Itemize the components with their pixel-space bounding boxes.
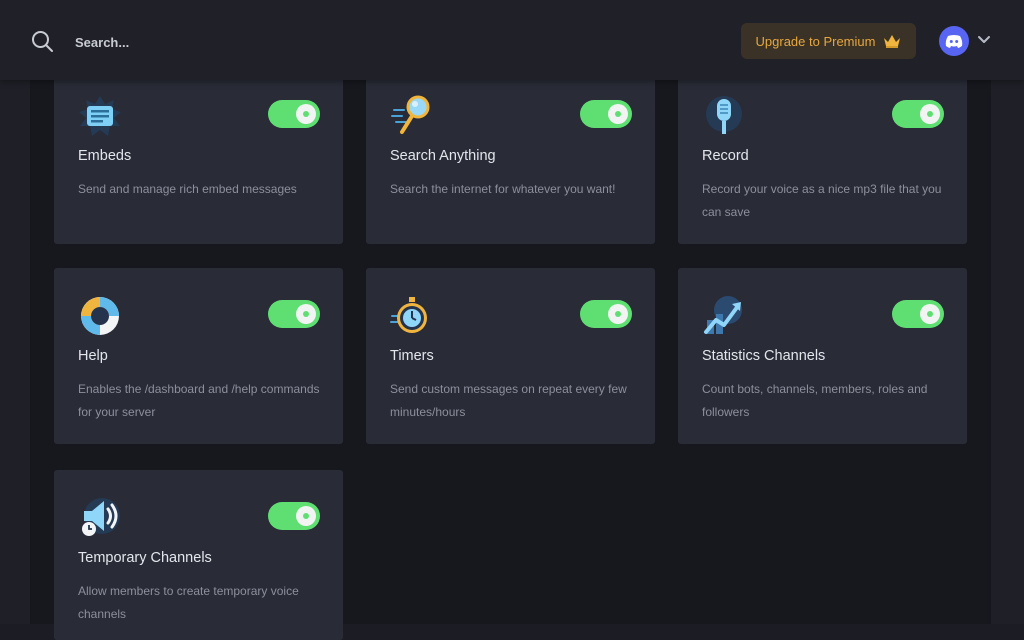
module-card-record: Record Record your voice as a nice mp3 f…: [678, 68, 967, 244]
card-title: Statistics Channels: [702, 348, 826, 364]
toggle-knob: [296, 506, 316, 526]
toggle-knob: [608, 104, 628, 124]
upgrade-to-premium-button[interactable]: Upgrade to Premium: [741, 23, 916, 59]
temporary-channels-toggle[interactable]: [268, 502, 320, 530]
card-description: Send and manage rich embed messages: [78, 182, 297, 196]
search-input[interactable]: [73, 30, 377, 54]
module-card-help: Help Enables the /dashboard and /help co…: [54, 268, 343, 444]
search-icon[interactable]: [31, 30, 53, 52]
statistics-channels-toggle[interactable]: [892, 300, 944, 328]
lifebuoy-icon: [81, 297, 119, 335]
record-toggle[interactable]: [892, 100, 944, 128]
module-card-statistics-channels: Statistics Channels Count bots, channels…: [678, 268, 967, 444]
microphone-icon: [706, 96, 742, 134]
toggle-knob: [296, 104, 316, 124]
right-gutter: [991, 0, 1024, 624]
discord-icon: [945, 35, 963, 48]
card-title: Record: [702, 148, 749, 164]
toggle-knob: [920, 104, 940, 124]
module-card-timers: Timers Send custom messages on repeat ev…: [366, 268, 655, 444]
embeds-toggle[interactable]: [268, 100, 320, 128]
toggle-knob: [296, 304, 316, 324]
toggle-knob: [608, 304, 628, 324]
module-card-temporary-channels: Temporary Channels Allow members to crea…: [54, 470, 343, 640]
chevron-down-icon[interactable]: [977, 35, 991, 45]
card-title: Embeds: [78, 148, 132, 164]
search-anything-toggle[interactable]: [580, 100, 632, 128]
card-title: Help: [78, 348, 108, 364]
magnifier-icon: [391, 95, 430, 134]
left-gutter: [0, 0, 30, 624]
card-description: Enables the /dashboard and /help command…: [78, 382, 320, 419]
stopwatch-icon: [390, 297, 427, 333]
module-card-embeds: Embeds Send and manage rich embed messag…: [54, 68, 343, 244]
card-description: Send custom messages on repeat every few…: [390, 382, 627, 419]
upgrade-label: Upgrade to Premium: [755, 33, 876, 49]
trend-chart-icon: [704, 296, 742, 334]
top-bar: Upgrade to Premium: [0, 0, 1024, 80]
speaker-timer-icon: [82, 498, 120, 536]
card-title: Timers: [390, 348, 434, 364]
card-description: Allow members to create temporary voice …: [78, 584, 299, 621]
card-title: Temporary Channels: [78, 550, 212, 566]
card-description: Search the internet for whatever you wan…: [390, 182, 616, 196]
discord-avatar[interactable]: [939, 26, 969, 56]
card-description: Count bots, channels, members, roles and…: [702, 382, 928, 419]
help-toggle[interactable]: [268, 300, 320, 328]
timers-toggle[interactable]: [580, 300, 632, 328]
card-title: Search Anything: [390, 148, 496, 164]
toggle-knob: [920, 304, 940, 324]
card-description: Record your voice as a nice mp3 file tha…: [702, 182, 942, 219]
crown-icon: [884, 35, 901, 48]
module-card-search-anything: Search Anything Search the internet for …: [366, 68, 655, 244]
embeds-icon: [79, 96, 121, 136]
